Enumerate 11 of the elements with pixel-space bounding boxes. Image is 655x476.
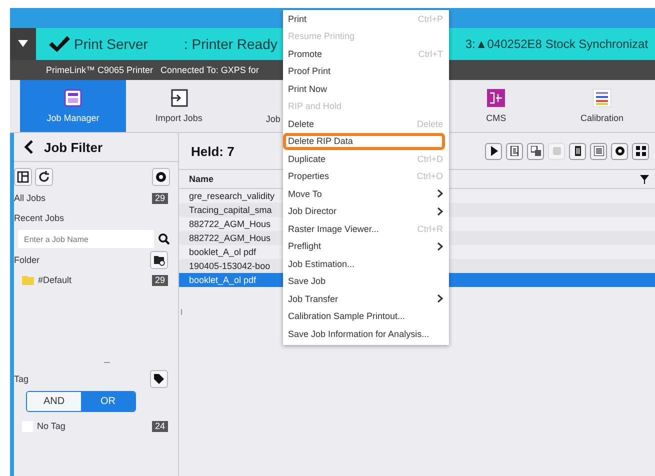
tag-count: 24 bbox=[152, 420, 168, 432]
server-name: Print Server bbox=[74, 36, 149, 52]
section-label: Recent Jobs bbox=[14, 213, 66, 223]
held-count: Held: 7 bbox=[191, 144, 234, 158]
section-label: Tag bbox=[14, 374, 30, 384]
printer-connection: PrimeLink™ C9065 Printer Connected To: GXPS for bbox=[46, 65, 259, 75]
printer-status: : Printer Ready bbox=[184, 36, 278, 52]
alert-message: 3:▲040252E8 Stock Synchronizat bbox=[465, 37, 648, 51]
tag-label: No Tag bbox=[37, 421, 66, 431]
panel-title: Job Filter bbox=[44, 140, 103, 154]
section-label: Folder bbox=[14, 255, 41, 265]
